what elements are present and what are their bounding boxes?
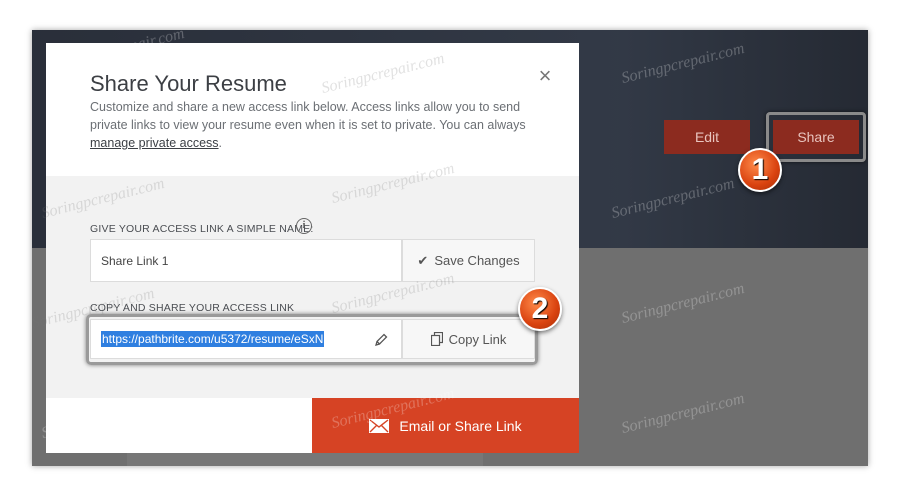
description-text: Customize and share a new access link be… <box>90 100 526 132</box>
edit-button[interactable]: Edit <box>664 120 750 154</box>
app-screenshot: Edit Share Share Your Resume × Customize… <box>32 30 868 466</box>
save-changes-label: Save Changes <box>434 253 520 268</box>
access-link-highlight <box>86 314 538 365</box>
email-share-label: Email or Share Link <box>399 417 522 434</box>
checkmark-icon: ✔ <box>417 252 429 268</box>
step-badge-2: 2 <box>518 287 562 331</box>
share-button-highlight <box>766 112 866 162</box>
manage-private-access-link[interactable]: manage private access <box>90 136 219 150</box>
share-resume-modal: Share Your Resume × Customize and share … <box>46 43 579 453</box>
access-link-label: COPY AND SHARE YOUR ACCESS LINK <box>90 302 295 314</box>
link-name-input[interactable]: Share Link 1 <box>90 239 402 282</box>
step-badge-1: 1 <box>738 148 782 192</box>
save-changes-button[interactable]: ✔ Save Changes <box>402 239 535 282</box>
description-end: . <box>218 136 223 150</box>
link-name-label: GIVE YOUR ACCESS LINK A SIMPLE NAME: <box>90 223 314 235</box>
envelope-icon <box>369 418 390 433</box>
modal-description: Customize and share a new access link be… <box>90 98 560 152</box>
info-icon[interactable]: i <box>296 218 312 234</box>
email-share-button[interactable]: Email or Share Link <box>312 398 579 453</box>
modal-title: Share Your Resume <box>90 71 287 96</box>
close-icon[interactable]: × <box>536 65 554 87</box>
